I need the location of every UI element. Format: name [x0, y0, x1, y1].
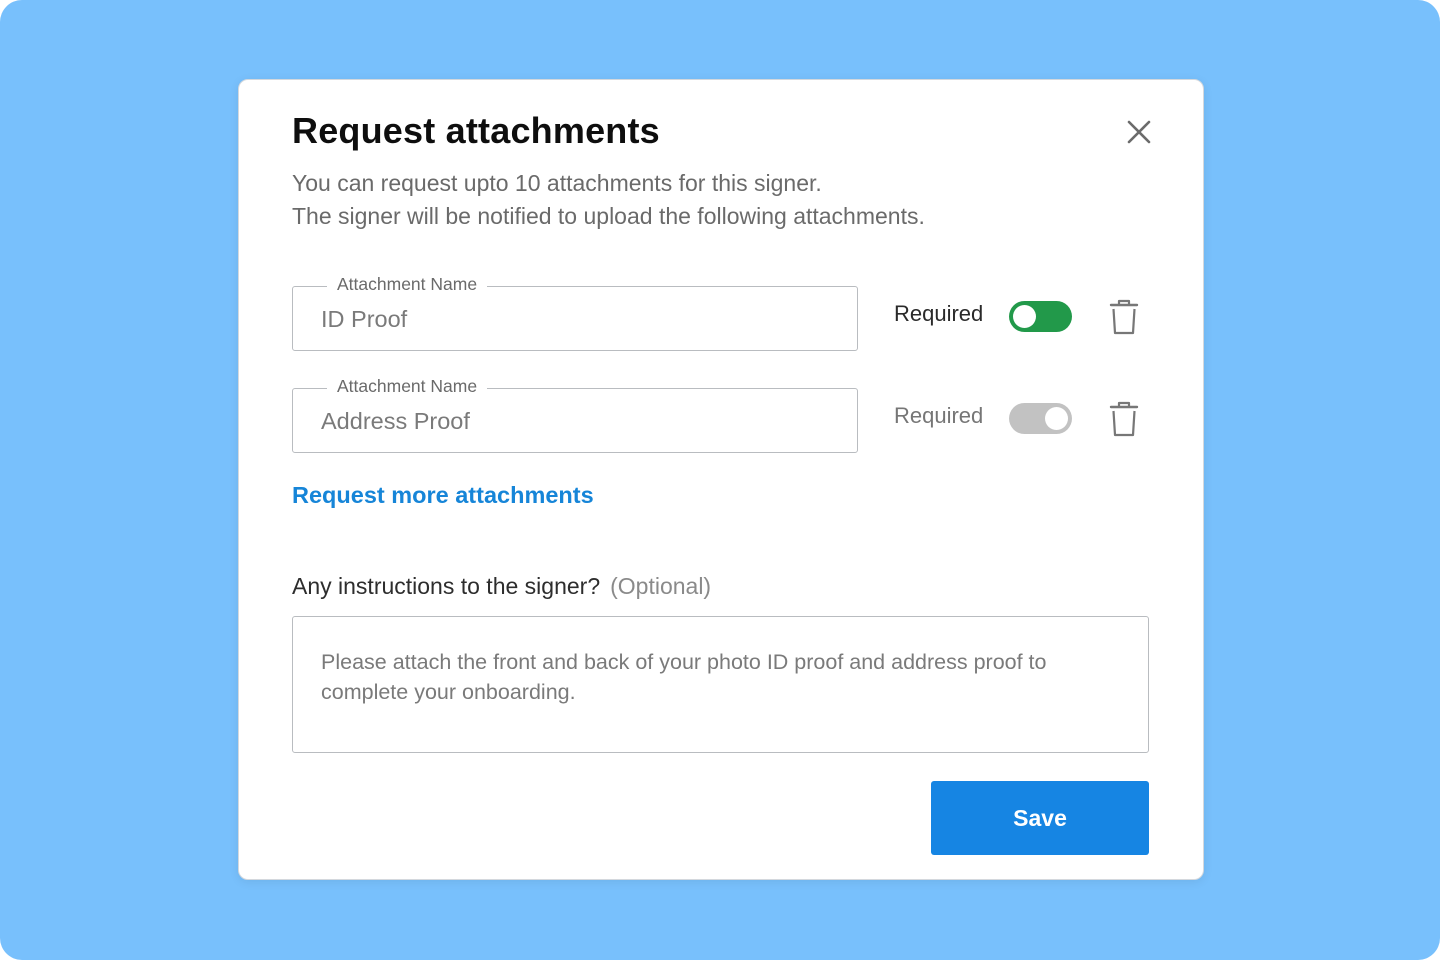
instructions-label: Any instructions to the signer? (Optional… — [292, 573, 711, 600]
request-more-attachments-link[interactable]: Request more attachments — [292, 482, 594, 509]
delete-attachment-button-2[interactable] — [1109, 401, 1139, 437]
trash-icon — [1109, 401, 1139, 437]
trash-icon — [1109, 299, 1139, 335]
dialog-title: Request attachments — [292, 110, 660, 151]
required-label-1: Required — [894, 301, 984, 326]
instructions-textarea[interactable]: Please attach the front and back of your… — [292, 616, 1149, 753]
required-toggle-1[interactable] — [1009, 301, 1072, 332]
dialog-subtitle-line-2: The signer will be notified to upload th… — [292, 203, 925, 229]
optional-tag: (Optional) — [610, 573, 712, 599]
toggle-knob — [1045, 407, 1068, 430]
dialog-subtitle-line-1: You can request upto 10 attachments for … — [292, 170, 822, 196]
save-button[interactable]: Save — [931, 781, 1149, 855]
attachment-name-field-2[interactable]: Attachment Name Address Proof — [292, 376, 858, 453]
attachment-name-field-1[interactable]: Attachment Name ID Proof — [292, 274, 858, 351]
delete-attachment-button-1[interactable] — [1109, 299, 1139, 335]
instructions-label-text: Any instructions to the signer? — [292, 573, 601, 599]
request-attachments-dialog: Request attachments You can request upto… — [238, 79, 1204, 880]
attachment-name-value[interactable]: Address Proof — [321, 408, 470, 435]
required-toggle-2[interactable] — [1009, 403, 1072, 434]
required-label-2: Required — [894, 403, 984, 428]
toggle-knob — [1013, 305, 1036, 328]
close-icon — [1127, 120, 1151, 144]
attachment-name-label: Attachment Name — [327, 274, 488, 295]
close-button[interactable] — [1124, 117, 1154, 147]
attachment-name-label: Attachment Name — [327, 376, 488, 397]
attachment-name-value[interactable]: ID Proof — [321, 306, 407, 333]
